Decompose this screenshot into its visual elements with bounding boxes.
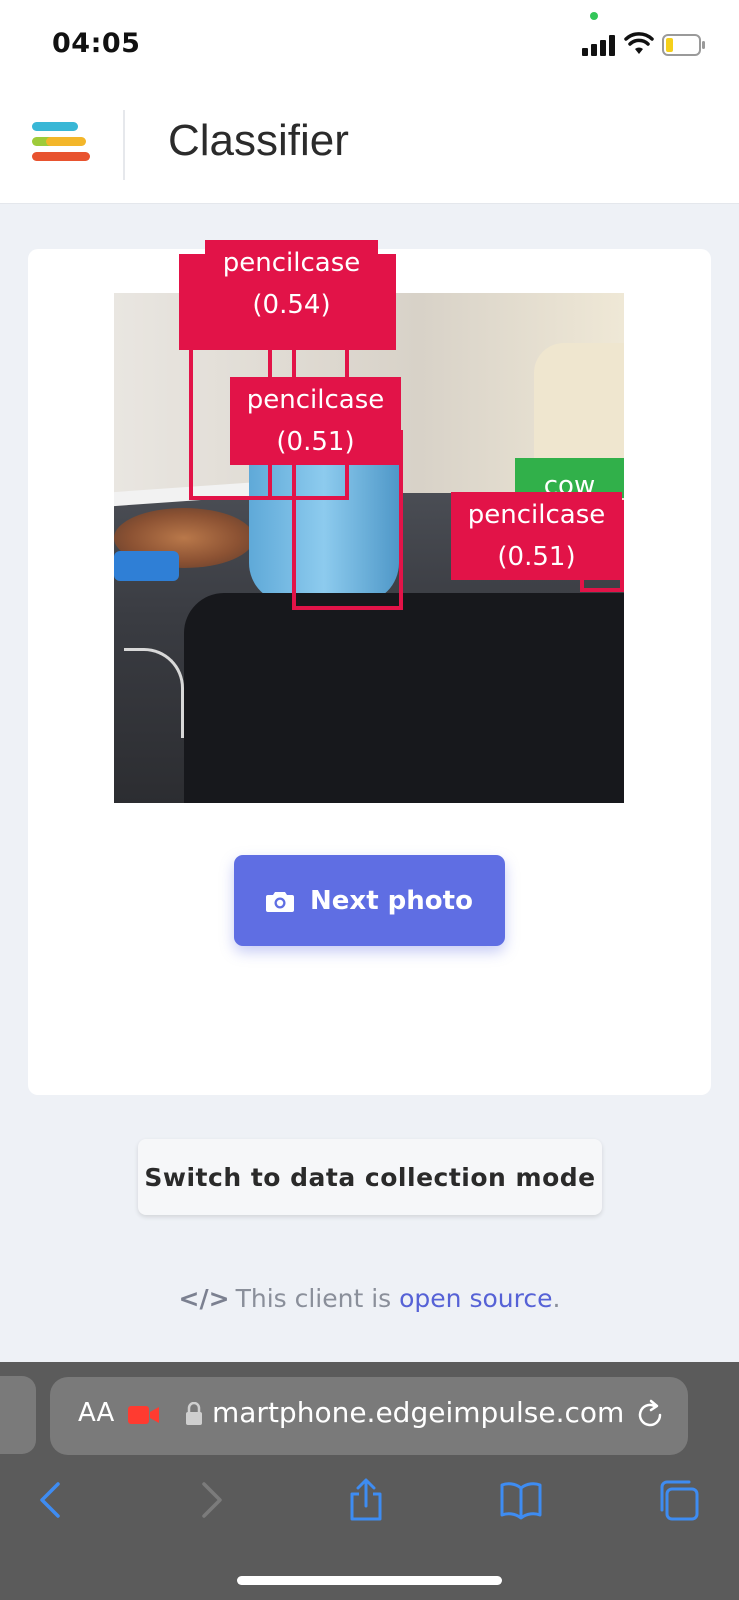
detection-class: pencilcase [222,248,361,278]
detection-class: pencilcase [467,500,606,530]
detection-score: (0.51) [276,427,355,457]
wifi-icon [624,32,654,54]
camera-in-use-indicator [590,12,598,20]
footer-prefix: This client is [235,1284,400,1313]
cellular-signal-icon [582,34,618,56]
footer-suffix: . [552,1284,561,1313]
detection-label: pencilcase (0.51) [451,492,622,580]
page-settings-button[interactable]: AA [78,1398,114,1428]
header-divider [123,110,125,180]
switch-to-data-collection-button[interactable]: Switch to data collection mode [138,1139,602,1215]
detection-class: pencilcase [246,385,385,415]
detection-label: pencilcase (0.51) [230,377,401,465]
forward-icon[interactable] [188,1478,232,1522]
share-icon[interactable] [344,1478,388,1522]
url-text[interactable]: martphone.edgeimpulse.com [212,1396,622,1429]
page-title: Classifier [168,116,349,165]
edge-impulse-logo[interactable] [30,120,92,166]
tabs-icon[interactable] [656,1478,700,1522]
detection-label: pencilcase (0.54) [205,240,378,328]
code-icon: </> [178,1284,230,1313]
open-source-link[interactable]: open source [399,1284,552,1313]
detection-score: (0.54) [252,290,331,320]
status-time: 04:05 [52,28,141,59]
camera-recording-icon[interactable] [128,1404,160,1426]
status-bar: 04:05 [0,0,739,92]
app-header: Classifier [0,92,739,204]
reload-icon[interactable] [634,1399,666,1431]
back-icon[interactable] [30,1478,74,1522]
bookmarks-icon[interactable] [499,1478,543,1522]
next-photo-button[interactable]: Next photo [234,855,505,946]
next-photo-label: Next photo [310,885,473,916]
camera-icon [266,891,295,912]
switch-mode-label: Switch to data collection mode [144,1162,596,1192]
previous-tab-preview[interactable] [0,1376,36,1454]
home-indicator [237,1576,502,1585]
open-source-note: </> This client is open source. [0,1284,739,1313]
detection-score: (0.51) [497,542,576,572]
lock-icon [186,1402,202,1425]
battery-icon [662,34,705,56]
